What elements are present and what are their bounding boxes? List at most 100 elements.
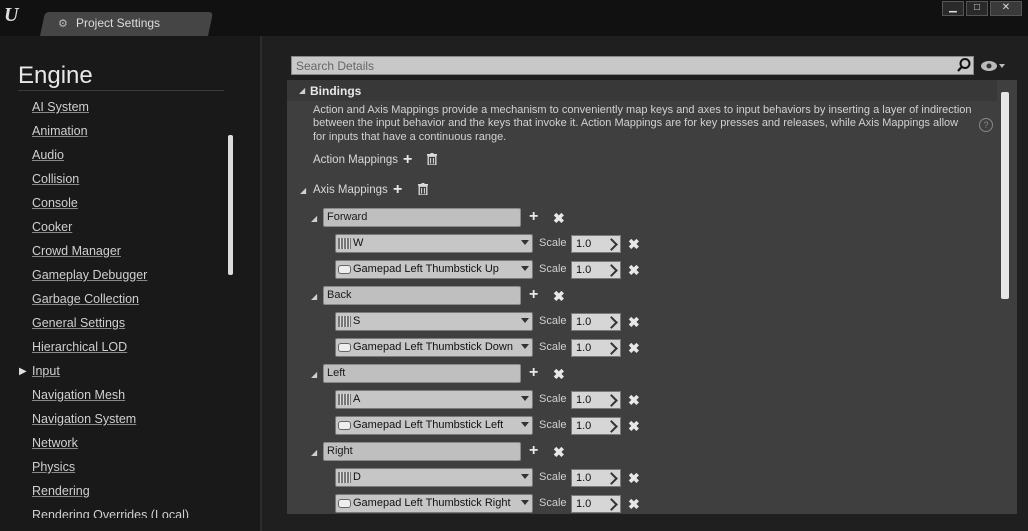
collapse-axis-icon[interactable]: ◢: [311, 214, 317, 223]
collapse-arrow-icon[interactable]: ◢: [299, 86, 305, 95]
sidebar-item-rendering[interactable]: Rendering: [32, 484, 90, 498]
sidebar-item-navigation-mesh[interactable]: Navigation Mesh: [32, 388, 125, 402]
sidebar-item-animation[interactable]: Animation: [32, 124, 88, 138]
key-select[interactable]: Gamepad Left Thumbstick Right: [335, 494, 533, 513]
add-key-icon[interactable]: +: [529, 443, 538, 459]
sidebar-item-ai-system[interactable]: AI System: [32, 100, 89, 114]
sidebar-item-cooker[interactable]: Cooker: [32, 220, 72, 234]
remove-key-icon[interactable]: ✖: [628, 237, 640, 251]
add-key-icon[interactable]: +: [529, 209, 538, 225]
collapse-axis-icon[interactable]: ◢: [311, 448, 317, 457]
remove-key-icon[interactable]: ✖: [628, 263, 640, 277]
scale-input[interactable]: 1.0: [571, 469, 621, 487]
axis-name-field[interactable]: Left: [323, 364, 521, 383]
sidebar-scrollbar[interactable]: [228, 135, 233, 275]
key-select[interactable]: Gamepad Left Thumbstick Up: [335, 260, 533, 279]
scale-value: 1.0: [576, 342, 592, 354]
sidebar-item-navigation-system[interactable]: Navigation System: [32, 412, 136, 426]
sidebar-item-input[interactable]: Input: [32, 364, 60, 378]
sidebar-item-audio[interactable]: Audio: [32, 148, 64, 162]
collapse-axis-icon[interactable]: ◢: [311, 292, 317, 301]
key-label: A: [353, 393, 361, 405]
reset-arrow-icon[interactable]: [605, 316, 618, 329]
scale-value: 1.0: [576, 394, 592, 406]
scale-input[interactable]: 1.0: [571, 417, 621, 435]
axis-name-field[interactable]: Forward: [323, 208, 521, 227]
scale-input[interactable]: 1.0: [571, 391, 621, 409]
bindings-title: Bindings: [310, 84, 362, 98]
scale-label: Scale: [539, 237, 567, 249]
view-options-eye-icon[interactable]: [980, 59, 1006, 73]
scale-input[interactable]: 1.0: [571, 235, 621, 253]
chevron-down-icon: [521, 266, 529, 271]
gamepad-icon: [338, 421, 351, 430]
add-action-mapping-icon[interactable]: +: [403, 152, 412, 168]
bindings-header[interactable]: [287, 80, 997, 101]
sidebar-item-network[interactable]: Network: [32, 436, 78, 450]
chevron-down-icon: [521, 422, 529, 427]
sidebar-item-garbage-collection[interactable]: Garbage Collection: [32, 292, 139, 306]
reset-arrow-icon[interactable]: [605, 342, 618, 355]
collapse-axis-icon[interactable]: ◢: [311, 370, 317, 379]
key-select[interactable]: D: [335, 468, 533, 487]
key-label: Gamepad Left Thumbstick Up: [353, 263, 499, 275]
sidebar-item-console[interactable]: Console: [32, 196, 78, 210]
reset-arrow-icon[interactable]: [605, 394, 618, 407]
search-input[interactable]: [291, 56, 974, 75]
scale-input[interactable]: 1.0: [571, 313, 621, 331]
remove-axis-icon[interactable]: ✖: [553, 211, 565, 225]
close-icon[interactable]: ✕: [990, 1, 1022, 16]
remove-key-icon[interactable]: ✖: [628, 341, 640, 355]
delete-action-mappings-icon[interactable]: [427, 153, 437, 165]
axis-name: Forward: [327, 211, 368, 223]
sidebar-item-physics[interactable]: Physics: [32, 460, 75, 474]
collapse-axis-mappings-icon[interactable]: ◢: [300, 186, 306, 195]
scale-input[interactable]: 1.0: [571, 261, 621, 279]
sidebar-item-hierarchical-lod[interactable]: Hierarchical LOD: [32, 340, 127, 354]
key-select[interactable]: A: [335, 390, 533, 409]
key-select[interactable]: W: [335, 234, 533, 253]
sidebar-item-collision[interactable]: Collision: [32, 172, 79, 186]
reset-arrow-icon[interactable]: [605, 264, 618, 277]
key-select[interactable]: Gamepad Left Thumbstick Down: [335, 338, 533, 357]
sidebar-item-general-settings[interactable]: General Settings: [32, 316, 125, 330]
help-icon[interactable]: ?: [979, 118, 993, 132]
add-axis-mapping-icon[interactable]: +: [393, 182, 402, 198]
key-select[interactable]: S: [335, 312, 533, 331]
sidebar-item-crowd-manager[interactable]: Crowd Manager: [32, 244, 121, 258]
remove-key-icon[interactable]: ✖: [628, 393, 640, 407]
key-select[interactable]: Gamepad Left Thumbstick Left: [335, 416, 533, 435]
details-scrollbar[interactable]: [1001, 92, 1009, 299]
remove-axis-icon[interactable]: ✖: [553, 445, 565, 459]
remove-axis-icon[interactable]: ✖: [553, 367, 565, 381]
remove-key-icon[interactable]: ✖: [628, 419, 640, 433]
selected-arrow-icon: ▶: [19, 366, 27, 377]
delete-axis-mappings-icon[interactable]: [418, 183, 428, 195]
scale-input[interactable]: 1.0: [571, 495, 621, 513]
axis-name-field[interactable]: Right: [323, 442, 521, 461]
add-key-icon[interactable]: +: [529, 287, 538, 303]
reset-arrow-icon[interactable]: [605, 498, 618, 511]
maximize-icon[interactable]: □: [966, 1, 988, 16]
remove-key-icon[interactable]: ✖: [628, 497, 640, 511]
chevron-down-icon: [521, 396, 529, 401]
search-icon[interactable]: [956, 57, 972, 73]
reset-arrow-icon[interactable]: [605, 472, 618, 485]
scale-value: 1.0: [576, 498, 592, 510]
axis-mappings-label: Axis Mappings: [313, 184, 388, 196]
scale-value: 1.0: [576, 316, 592, 328]
scale-input[interactable]: 1.0: [571, 339, 621, 357]
add-key-icon[interactable]: +: [529, 365, 538, 381]
axis-name-field[interactable]: Back: [323, 286, 521, 305]
minimize-icon[interactable]: ▁: [942, 1, 964, 16]
remove-key-icon[interactable]: ✖: [628, 315, 640, 329]
axis-name: Left: [327, 367, 346, 379]
axis-name: Back: [327, 289, 352, 301]
reset-arrow-icon[interactable]: [605, 420, 618, 433]
sidebar-clip: [0, 518, 260, 531]
remove-axis-icon[interactable]: ✖: [553, 289, 565, 303]
remove-key-icon[interactable]: ✖: [628, 471, 640, 485]
scale-label: Scale: [539, 419, 567, 431]
reset-arrow-icon[interactable]: [605, 238, 618, 251]
sidebar-item-gameplay-debugger[interactable]: Gameplay Debugger: [32, 268, 147, 282]
